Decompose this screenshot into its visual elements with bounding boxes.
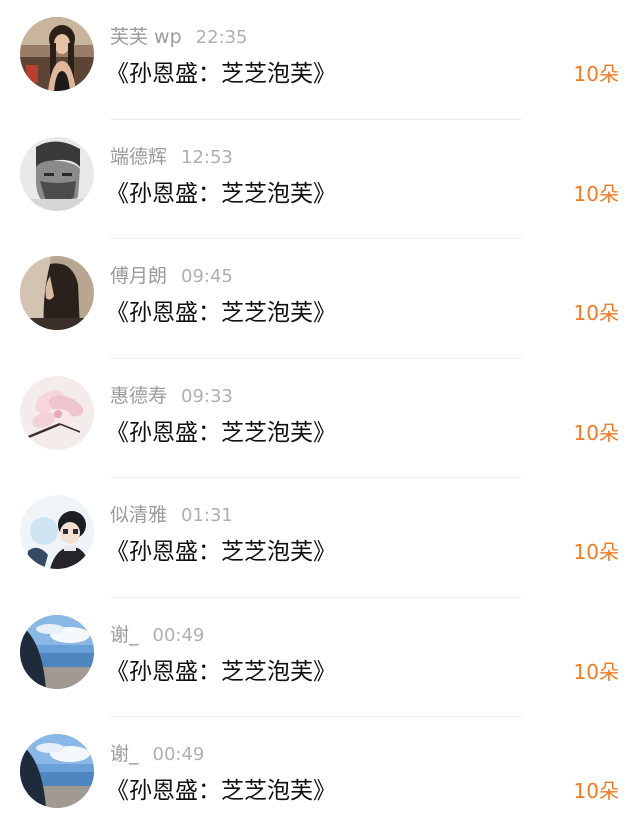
avatar[interactable] bbox=[20, 256, 94, 330]
item-meta: 惠德寿 09:33 bbox=[110, 381, 233, 407]
list-item[interactable]: 芙芙 wp 22:35 《孙恩盛：芝芝泡芙》 10朵 bbox=[0, 0, 640, 120]
user-name[interactable]: 傅月朗 bbox=[110, 261, 167, 288]
list-item[interactable]: 傅月朗 09:45 《孙恩盛：芝芝泡芙》 10朵 bbox=[0, 239, 640, 359]
flower-count: 10朵 bbox=[573, 540, 619, 564]
list-item[interactable]: 谢_ 00:49 《孙恩盛：芝芝泡芙》 10朵 bbox=[0, 598, 640, 717]
user-name[interactable]: 端德辉 bbox=[110, 142, 167, 169]
gift-title: 《孙恩盛：芝芝泡芙》 bbox=[106, 539, 336, 565]
gift-title: 《孙恩盛：芝芝泡芙》 bbox=[106, 419, 336, 446]
item-meta: 谢_ 00:49 bbox=[110, 620, 204, 646]
timestamp: 09:33 bbox=[181, 385, 233, 407]
gift-title: 《孙恩盛：芝芝泡芙》 bbox=[106, 61, 336, 87]
timestamp: 09:45 bbox=[181, 266, 233, 287]
flower-count: 10朵 bbox=[573, 62, 619, 86]
flower-count: 10朵 bbox=[573, 659, 619, 684]
user-name[interactable]: 谢_ bbox=[110, 620, 139, 647]
timestamp: 12:53 bbox=[181, 146, 233, 168]
user-name[interactable]: 芙芙 wp bbox=[110, 22, 182, 49]
list-item[interactable]: 惠德寿 09:33 《孙恩盛：芝芝泡芙》 10朵 bbox=[0, 359, 640, 478]
anime-boy-avatar bbox=[20, 495, 94, 569]
sea-sky-avatar bbox=[20, 734, 94, 808]
timestamp: 01:31 bbox=[181, 505, 233, 526]
gift-title: 《孙恩盛：芝芝泡芙》 bbox=[106, 300, 336, 326]
item-meta: 似清雅 01:31 bbox=[110, 500, 233, 526]
item-meta: 谢_ 00:49 bbox=[110, 739, 204, 765]
flower-count: 10朵 bbox=[573, 181, 619, 206]
avatar[interactable] bbox=[20, 136, 94, 211]
gift-title: 《孙恩盛：芝芝泡芙》 bbox=[106, 658, 336, 685]
flower-count: 10朵 bbox=[573, 420, 619, 445]
man-bw-photo-avatar bbox=[20, 136, 94, 211]
gift-title: 《孙恩盛：芝芝泡芙》 bbox=[106, 778, 336, 804]
avatar[interactable] bbox=[20, 614, 94, 689]
sea-sky-avatar bbox=[20, 614, 94, 689]
gift-list: 芙芙 wp 22:35 《孙恩盛：芝芝泡芙》 10朵 端德辉 12:53 《孙恩… bbox=[0, 0, 640, 828]
item-meta: 芙芙 wp 22:35 bbox=[110, 22, 248, 48]
flower-count: 10朵 bbox=[573, 301, 619, 325]
gift-title: 《孙恩盛：芝芝泡芙》 bbox=[106, 180, 336, 207]
list-item[interactable]: 端德辉 12:53 《孙恩盛：芝芝泡芙》 10朵 bbox=[0, 120, 640, 239]
magnolia-flower-avatar bbox=[20, 375, 94, 450]
avatar[interactable] bbox=[20, 17, 94, 91]
flower-count: 10朵 bbox=[573, 779, 619, 803]
avatar[interactable] bbox=[20, 375, 94, 450]
user-name[interactable]: 似清雅 bbox=[110, 500, 167, 527]
girl-photo-avatar bbox=[20, 17, 94, 91]
item-meta: 傅月朗 09:45 bbox=[110, 261, 233, 287]
list-item[interactable]: 谢_ 00:49 《孙恩盛：芝芝泡芙》 10朵 bbox=[0, 717, 640, 837]
avatar[interactable] bbox=[20, 495, 94, 569]
girl-profile-photo-avatar bbox=[20, 256, 94, 330]
list-item[interactable]: 似清雅 01:31 《孙恩盛：芝芝泡芙》 10朵 bbox=[0, 478, 640, 598]
timestamp: 00:49 bbox=[152, 744, 205, 765]
user-name[interactable]: 谢_ bbox=[110, 739, 139, 766]
user-name[interactable]: 惠德寿 bbox=[110, 381, 167, 408]
timestamp: 22:35 bbox=[195, 27, 248, 48]
item-meta: 端德辉 12:53 bbox=[110, 142, 233, 168]
avatar[interactable] bbox=[20, 734, 94, 808]
timestamp: 00:49 bbox=[152, 624, 205, 646]
